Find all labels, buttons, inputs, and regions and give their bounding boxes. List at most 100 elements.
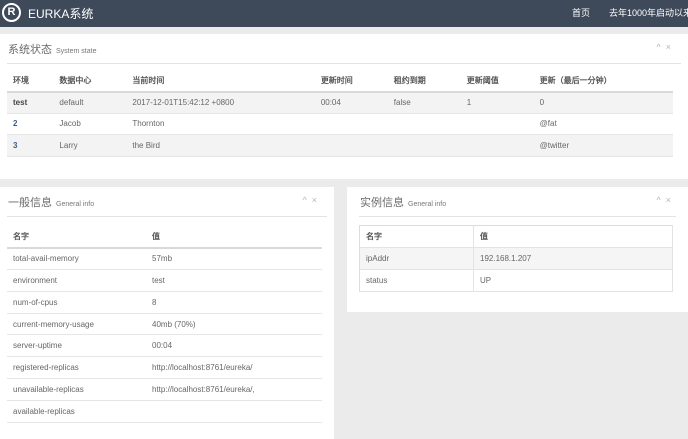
table-row: server-uptime 00:04: [7, 335, 322, 357]
table-row: num-of-cpus 8: [7, 291, 322, 314]
table-cell: Thornton: [132, 119, 165, 129]
divider: [7, 216, 327, 217]
chevron-up-icon[interactable]: ^: [657, 42, 666, 52]
general-info-table: 名字 值 total-avail-memory 57mb environment t…: [7, 226, 322, 423]
table-cell: available-replicas: [13, 406, 75, 416]
panel-title: 实例信息 General info: [360, 194, 446, 210]
table-cell: server-uptime: [13, 341, 62, 351]
table-cell: 8: [152, 297, 157, 307]
nav-uptime-link[interactable]: 去年1000年启动以来: [609, 6, 688, 19]
table-row: registered-replicas http://localhost:8761…: [7, 357, 322, 379]
panel-header: 一般信息 General info ^×: [0, 187, 334, 215]
panel-header: 系统状态 System state ^×: [0, 34, 688, 62]
table-cell: 0: [539, 98, 545, 107]
table-row: 2 Jacob Thornton @fat: [7, 113, 673, 135]
table-header-row: 环境 数据中心 当前时间 更新时间 租约到期 更新阈值 更新（最后一分钟）: [7, 70, 673, 92]
table-row: unavailable-replicas http://localhost:876…: [7, 379, 322, 401]
chevron-up-icon[interactable]: ^: [303, 195, 312, 205]
panel-subtitle: System state: [56, 48, 97, 55]
table-cell: registered-replicas: [13, 363, 79, 373]
table-cell: [315, 113, 388, 135]
table-cell: @twitter: [539, 140, 570, 150]
panel-title-text: 一般信息: [8, 197, 52, 209]
divider: [7, 63, 681, 64]
table-cell: num-of-cpus: [13, 297, 58, 307]
table-cell: 2017-12-01T15:42:12 +0800: [132, 98, 235, 107]
table-cell: @fat: [539, 119, 557, 129]
table-cell: 1: [466, 98, 472, 107]
table-row: total-avail-memory 57mb: [7, 248, 322, 270]
column-header: 名字: [359, 225, 474, 248]
table-cell: unavailable-replicas: [13, 384, 84, 394]
system-state-panel: 系统状态 System state ^× 环境 数据中心 当前时间 更新时间 租约…: [0, 34, 688, 179]
logo-letter: R: [7, 6, 16, 18]
table-row: ipAddr 192.168.1.207: [359, 247, 673, 270]
column-header: 数据中心: [59, 75, 92, 85]
table-row: test default 2017-12-01T15:42:12 +0800 0…: [7, 91, 673, 113]
system-state-table: 环境 数据中心 当前时间 更新时间 租约到期 更新阈值 更新（最后一分钟） te…: [7, 70, 673, 157]
panel-title: 一般信息 General info: [8, 194, 94, 210]
panel-subtitle: General info: [408, 201, 447, 208]
table-cell: [388, 135, 461, 157]
table-row: status UP: [359, 269, 673, 292]
panel-tools: ^×: [657, 195, 677, 205]
table-cell: 00:04: [152, 341, 173, 351]
close-icon[interactable]: ×: [666, 42, 676, 52]
nav-home-link[interactable]: 首页: [572, 6, 590, 19]
top-navbar: R EURKA系统 首页 去年1000年启动以来: [0, 0, 688, 27]
table-cell: 192.168.1.207: [473, 247, 673, 270]
table-cell: [388, 113, 461, 135]
table-cell: http://localhost:8761/eureka/,: [152, 384, 255, 394]
panel-subtitle: General info: [56, 201, 95, 208]
column-header: 值: [152, 231, 160, 241]
column-header: 值: [473, 225, 673, 248]
column-header: 更新时间: [320, 75, 353, 85]
close-icon[interactable]: ×: [312, 195, 322, 205]
panel-title-text: 实例信息: [360, 197, 404, 209]
table-cell: ipAddr: [359, 247, 474, 270]
instance-info-table: 名字 值 ipAddr 192.168.1.207 status UP: [359, 225, 673, 292]
table-cell: 00:04: [320, 98, 341, 107]
table-cell: 57mb: [152, 254, 173, 264]
table-header-row: 名字 值: [7, 226, 322, 248]
table-row: available-replicas: [7, 400, 322, 423]
chevron-up-icon[interactable]: ^: [657, 195, 666, 205]
table-cell: Larry: [59, 140, 78, 150]
table-cell: test: [13, 98, 28, 107]
column-header: 更新阈值: [466, 75, 499, 85]
divider: [359, 216, 676, 217]
app-title[interactable]: EURKA系统: [28, 5, 93, 22]
registered-logo-icon[interactable]: R: [2, 3, 21, 22]
panel-tools: ^×: [657, 42, 677, 52]
table-cell: UP: [473, 269, 673, 292]
general-info-panel: 一般信息 General info ^× 名字 值 total-avail-mem…: [0, 187, 334, 439]
table-cell: the Bird: [132, 140, 160, 150]
table-cell: current-memory-usage: [13, 319, 94, 329]
table-cell: [461, 113, 534, 135]
panel-header: 实例信息 General info ^×: [347, 187, 688, 215]
column-header: 名字: [13, 231, 29, 241]
column-header: 租约到期: [393, 75, 426, 85]
panel-title-text: 系统状态: [8, 44, 52, 56]
table-cell: default: [59, 98, 84, 107]
table-cell: Jacob: [59, 119, 81, 129]
table-cell: [315, 135, 388, 157]
column-header: 更新（最后一分钟）: [539, 75, 612, 85]
table-cell: 2: [13, 119, 18, 129]
column-header: 环境: [13, 75, 29, 85]
table-header-row: 名字 值: [359, 225, 673, 248]
table-cell: total-avail-memory: [13, 254, 79, 264]
instance-info-panel: 实例信息 General info ^× 名字 值 ipAddr 192.168.1…: [347, 187, 688, 312]
column-header: 当前时间: [132, 75, 165, 85]
table-cell: environment: [13, 275, 58, 285]
panel-tools: ^×: [303, 195, 323, 205]
table-row: 3 Larry the Bird @twitter: [7, 134, 673, 157]
table-row: environment test: [7, 270, 322, 292]
table-cell: test: [152, 275, 165, 285]
table-cell: 40mb (70%): [152, 319, 196, 329]
close-icon[interactable]: ×: [666, 195, 676, 205]
table-cell: status: [359, 269, 474, 292]
table-row: current-memory-usage 40mb (70%): [7, 313, 322, 335]
panel-title: 系统状态 System state: [8, 41, 96, 57]
table-cell: [146, 400, 322, 422]
